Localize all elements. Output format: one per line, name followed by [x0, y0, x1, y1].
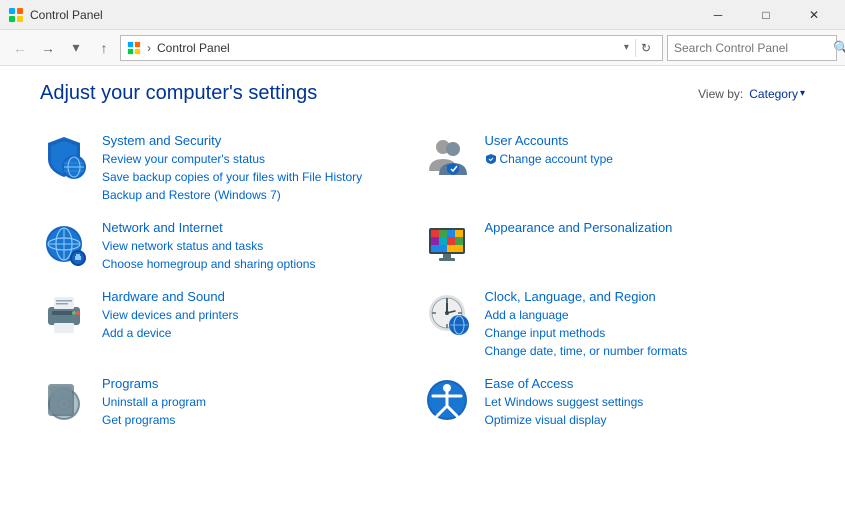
title-bar-controls: ─ □ ✕: [695, 0, 837, 30]
search-box[interactable]: 🔍: [667, 35, 837, 61]
system-security-link-1[interactable]: Review your computer's status: [102, 150, 362, 168]
view-by: View by: Category ▾: [698, 87, 805, 101]
app-icon: [8, 7, 24, 23]
network-icon: [40, 220, 88, 268]
ease-of-access-link-2[interactable]: Optimize visual display: [485, 411, 644, 429]
ease-of-access-title[interactable]: Ease of Access: [485, 376, 644, 391]
clock-link-1[interactable]: Add a language: [485, 306, 688, 324]
programs-title[interactable]: Programs: [102, 376, 206, 391]
category-system-security: System and Security Review your computer…: [40, 125, 423, 212]
clock-link-2[interactable]: Change input methods: [485, 324, 688, 342]
view-by-label: View by:: [698, 87, 743, 101]
programs-link-1[interactable]: Uninstall a program: [102, 393, 206, 411]
category-clock: Clock, Language, and Region Add a langua…: [423, 281, 806, 368]
title-bar-left: Control Panel: [8, 7, 103, 23]
clock-title[interactable]: Clock, Language, and Region: [485, 289, 688, 304]
system-security-icon: [40, 133, 88, 181]
shield-badge-icon: [485, 153, 497, 165]
category-programs: Programs Uninstall a program Get program…: [40, 368, 423, 437]
user-accounts-icon: [423, 133, 471, 181]
folder-icon: [127, 41, 141, 55]
hardware-title[interactable]: Hardware and Sound: [102, 289, 239, 304]
window-title: Control Panel: [30, 8, 103, 22]
address-dropdown: ▾ ↻: [620, 39, 656, 57]
categories-grid: System and Security Review your computer…: [40, 125, 805, 437]
category-hardware: Hardware and Sound View devices and prin…: [40, 281, 423, 368]
address-bar: ← → ▾ ↑ › Control Panel ▾ ↻ 🔍: [0, 30, 845, 66]
system-security-link-3[interactable]: Backup and Restore (Windows 7): [102, 186, 362, 204]
search-input[interactable]: [674, 41, 829, 55]
address-text: Control Panel: [157, 41, 230, 55]
appearance-title[interactable]: Appearance and Personalization: [485, 220, 673, 235]
ease-of-access-icon: [423, 376, 471, 424]
page-header: Adjust your computer's settings View by:…: [40, 82, 805, 105]
category-ease-of-access: Ease of Access Let Windows suggest setti…: [423, 368, 806, 437]
appearance-text: Appearance and Personalization: [485, 220, 673, 237]
view-by-arrow: ▾: [800, 88, 805, 99]
network-link-2[interactable]: Choose homegroup and sharing options: [102, 255, 315, 273]
view-by-link[interactable]: Category ▾: [749, 87, 805, 101]
hardware-icon: [40, 289, 88, 337]
programs-link-2[interactable]: Get programs: [102, 411, 206, 429]
refresh-button[interactable]: ↻: [635, 39, 656, 57]
clock-icon: [423, 289, 471, 337]
user-accounts-title[interactable]: User Accounts: [485, 133, 613, 148]
hardware-link-2[interactable]: Add a device: [102, 324, 239, 342]
dropdown-button[interactable]: ▾: [64, 36, 88, 60]
title-bar: Control Panel ─ □ ✕: [0, 0, 845, 30]
clock-text: Clock, Language, and Region Add a langua…: [485, 289, 688, 360]
hardware-text: Hardware and Sound View devices and prin…: [102, 289, 239, 342]
page-title: Adjust your computer's settings: [40, 82, 317, 105]
category-user-accounts: User Accounts Change account type: [423, 125, 806, 212]
up-button[interactable]: ↑: [92, 36, 116, 60]
forward-button[interactable]: →: [36, 36, 60, 60]
system-security-text: System and Security Review your computer…: [102, 133, 362, 204]
user-accounts-link-1[interactable]: Change account type: [485, 150, 613, 168]
main-content: Adjust your computer's settings View by:…: [0, 66, 845, 521]
category-appearance: Appearance and Personalization: [423, 212, 806, 281]
network-text: Network and Internet View network status…: [102, 220, 315, 273]
programs-text: Programs Uninstall a program Get program…: [102, 376, 206, 429]
network-title[interactable]: Network and Internet: [102, 220, 315, 235]
view-by-option: Category: [749, 87, 798, 101]
address-field[interactable]: › Control Panel ▾ ↻: [120, 35, 663, 61]
user-accounts-text: User Accounts Change account type: [485, 133, 613, 168]
close-button[interactable]: ✕: [791, 0, 837, 30]
ease-of-access-text: Ease of Access Let Windows suggest setti…: [485, 376, 644, 429]
back-button[interactable]: ←: [8, 36, 32, 60]
programs-icon: [40, 376, 88, 424]
ease-of-access-link-1[interactable]: Let Windows suggest settings: [485, 393, 644, 411]
hardware-link-1[interactable]: View devices and printers: [102, 306, 239, 324]
system-security-title[interactable]: System and Security: [102, 133, 362, 148]
search-icon: 🔍: [833, 40, 845, 56]
maximize-button[interactable]: □: [743, 0, 789, 30]
clock-link-3[interactable]: Change date, time, or number formats: [485, 342, 688, 360]
minimize-button[interactable]: ─: [695, 0, 741, 30]
address-arrow[interactable]: ▾: [620, 40, 633, 55]
appearance-icon: [423, 220, 471, 268]
network-link-1[interactable]: View network status and tasks: [102, 237, 315, 255]
system-security-link-2[interactable]: Save backup copies of your files with Fi…: [102, 168, 362, 186]
category-network: Network and Internet View network status…: [40, 212, 423, 281]
